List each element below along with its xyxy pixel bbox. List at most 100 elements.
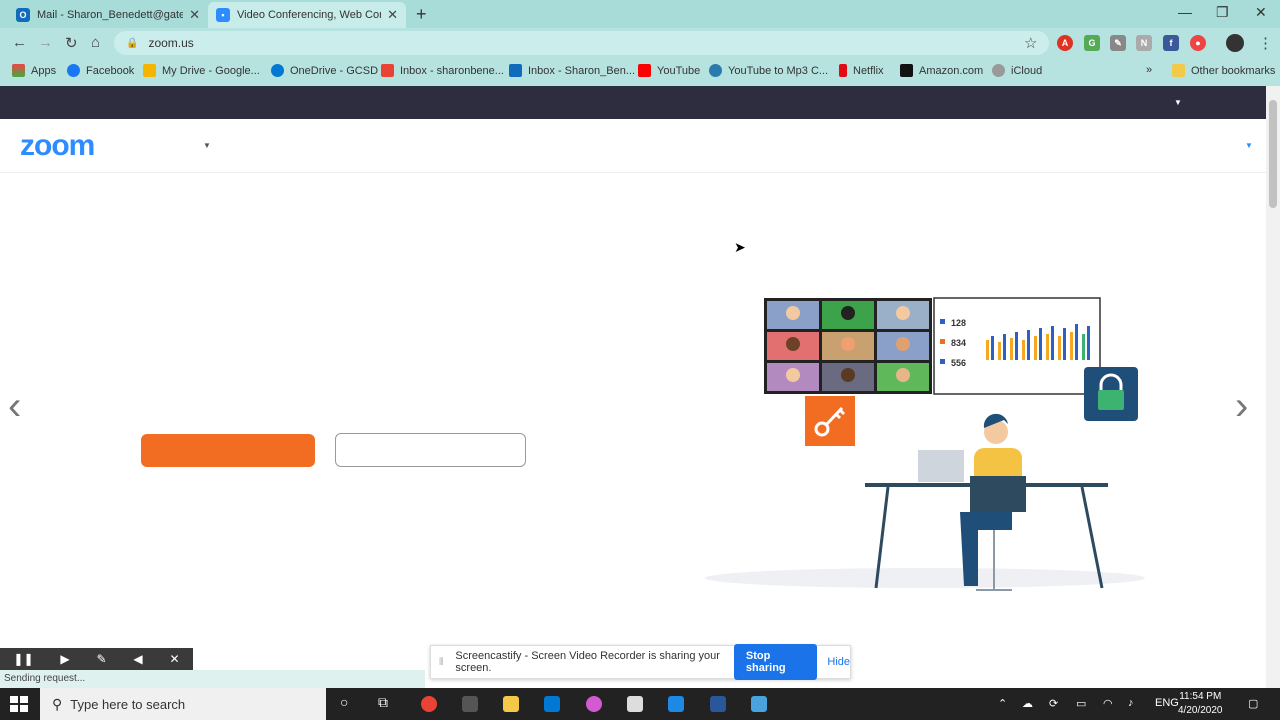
play-icon[interactable]: ▶ [60,652,69,666]
adblock-icon[interactable]: A [1057,35,1073,51]
chrome-icon[interactable] [421,696,437,712]
zoom-favicon-icon: ▪ [216,8,230,22]
outlook-icon: O [16,8,30,22]
address-bar[interactable]: 🔒 zoom.us [114,31,1049,55]
wifi-icon[interactable]: ◠ [1103,697,1113,710]
clock[interactable]: 11:54 PM 4/20/2020 [1178,690,1223,718]
onedrive-icon [271,64,284,77]
tab-title: Mail - Sharon_Benedett@gatesch [37,9,184,21]
bookmark-icloud[interactable]: iCloud [992,64,1042,77]
bookmark-gmail[interactable]: Inbox - sharonbene... [381,64,504,77]
avatar[interactable] [1226,34,1244,52]
sync-icon[interactable]: ⟳ [1049,697,1058,710]
language-indicator[interactable]: ENG [1155,697,1179,709]
bookmark-label: OneDrive - GCSD [290,64,379,77]
youtube-icon [638,64,651,77]
store-icon[interactable] [462,696,478,712]
mail-icon[interactable] [544,696,560,712]
taskbar-search[interactable]: ⚲ Type here to search [40,688,326,720]
carousel-prev-icon[interactable]: ‹ [8,384,21,429]
cortana-icon[interactable]: ○ [340,694,348,710]
close-window-icon[interactable]: ✕ [1255,4,1267,21]
stat-value: 834 [951,338,966,348]
close-tab-icon[interactable]: ✕ [387,7,398,23]
app-icon[interactable] [751,696,767,712]
outlook-icon [509,64,522,77]
extension-icon[interactable]: ✎ [1110,35,1126,51]
bookmark-youtube[interactable]: YouTube [638,64,700,77]
bookmark-netflix[interactable]: Netflix [839,64,884,77]
bookmark-facebook[interactable]: Facebook [67,64,134,77]
tab-mail[interactable]: O Mail - Sharon_Benedett@gatesch ✕ [8,2,208,28]
screencastify-share-bar: ⦀ Screencastify - Screen Video Recorder … [430,644,851,680]
reload-icon[interactable]: ↻ [65,34,78,52]
bookmark-label: My Drive - Google... [162,64,260,77]
pause-icon[interactable]: ❚❚ [13,652,33,666]
battery-icon[interactable]: ▭ [1076,697,1086,710]
bookmark-label: Facebook [86,64,135,77]
share-message: Screencastify - Screen Video Recorder is… [455,650,720,674]
stop-sharing-button[interactable]: Stop sharing [733,644,818,680]
windows-start-icon[interactable] [10,696,28,712]
bookmark-star-icon[interactable]: ☆ [1024,34,1037,52]
word-icon[interactable] [710,696,726,712]
volume-icon[interactable]: ♪ [1128,697,1134,709]
pen-icon[interactable]: ✎ [96,652,106,666]
scroll-thumb[interactable] [1269,100,1277,208]
bookmark-onedrive[interactable]: OneDrive - GCSD [271,64,378,77]
restore-icon[interactable]: ❐ [1216,4,1229,21]
back-icon[interactable]: ← [12,34,27,51]
task-view-icon[interactable]: ⧉ [378,694,388,711]
bookmark-amazon[interactable]: Amazon.com [900,64,983,77]
itunes-icon[interactable] [586,696,602,712]
hide-button[interactable]: Hide [827,656,850,668]
tab-zoom[interactable]: ▪ Video Conferencing, Web Confe ✕ [208,2,406,28]
bookmark-apps[interactable]: Apps [12,64,56,77]
windows-taskbar: ⚲ Type here to search ○ ⧉ ⌃ ☁ ⟳ ▭ ◠ ♪ EN… [0,688,1280,720]
megaphone-icon[interactable]: ◀ [133,652,142,666]
bookmark-drive[interactable]: My Drive - Google... [143,64,260,77]
minimize-icon[interactable]: — [1178,4,1192,20]
zoom-logo[interactable]: zoom [20,129,95,163]
bookmark-label: Amazon.com [919,64,984,77]
laptop [918,450,964,482]
bookmark-label: Inbox - Sharon_Ben... [528,64,636,77]
gmail-icon [381,64,394,77]
extension-icon[interactable]: N [1136,35,1152,51]
new-tab-button[interactable]: + [416,4,427,25]
other-bookmarks[interactable]: Other bookmarks [1172,64,1275,77]
forward-icon[interactable]: → [38,34,53,51]
dropdown-caret-icon[interactable]: ▼ [1174,98,1182,107]
bookmark-label: YouTube to Mp3 C... [728,64,829,77]
notifications-icon[interactable]: ▢ [1248,697,1258,710]
carousel-next-icon[interactable]: › [1235,384,1248,429]
primary-cta-button[interactable] [141,434,315,467]
secondary-cta-button[interactable] [335,433,526,467]
dropdown-caret-icon[interactable]: ▼ [203,141,211,150]
converter-icon [709,64,722,77]
bookmark-label: Inbox - sharonbene... [400,64,504,77]
close-tab-icon[interactable]: ✕ [189,7,200,23]
apple-icon [992,64,1005,77]
photos-icon[interactable] [668,696,684,712]
status-text: Sending request... [0,670,425,688]
snipping-tool-icon[interactable] [627,696,643,712]
google-drive-icon [143,64,156,77]
extension-icon[interactable]: G [1084,35,1100,51]
facebook-extension-icon[interactable]: f [1163,35,1179,51]
bookmark-label: iCloud [1011,64,1043,77]
page-scrollbar[interactable] [1266,86,1280,688]
close-icon[interactable]: ✕ [170,652,180,666]
bookmark-outlook[interactable]: Inbox - Sharon_Ben... [509,64,635,77]
menu-icon[interactable]: ⋮ [1258,34,1273,52]
show-hidden-icons[interactable]: ⌃ [998,697,1007,710]
file-explorer-icon[interactable] [503,696,519,712]
onedrive-tray-icon[interactable]: ☁ [1022,697,1033,710]
drag-handle-icon[interactable]: ⦀ [439,657,443,668]
home-icon[interactable]: ⌂ [91,34,100,51]
dropdown-caret-icon[interactable]: ▼ [1245,141,1253,150]
extension-icon[interactable]: ● [1190,35,1206,51]
bookmark-ytmp3[interactable]: YouTube to Mp3 C... [709,64,828,77]
more-bookmarks-button[interactable]: » [1146,64,1152,76]
url-text: zoom.us [148,36,194,50]
